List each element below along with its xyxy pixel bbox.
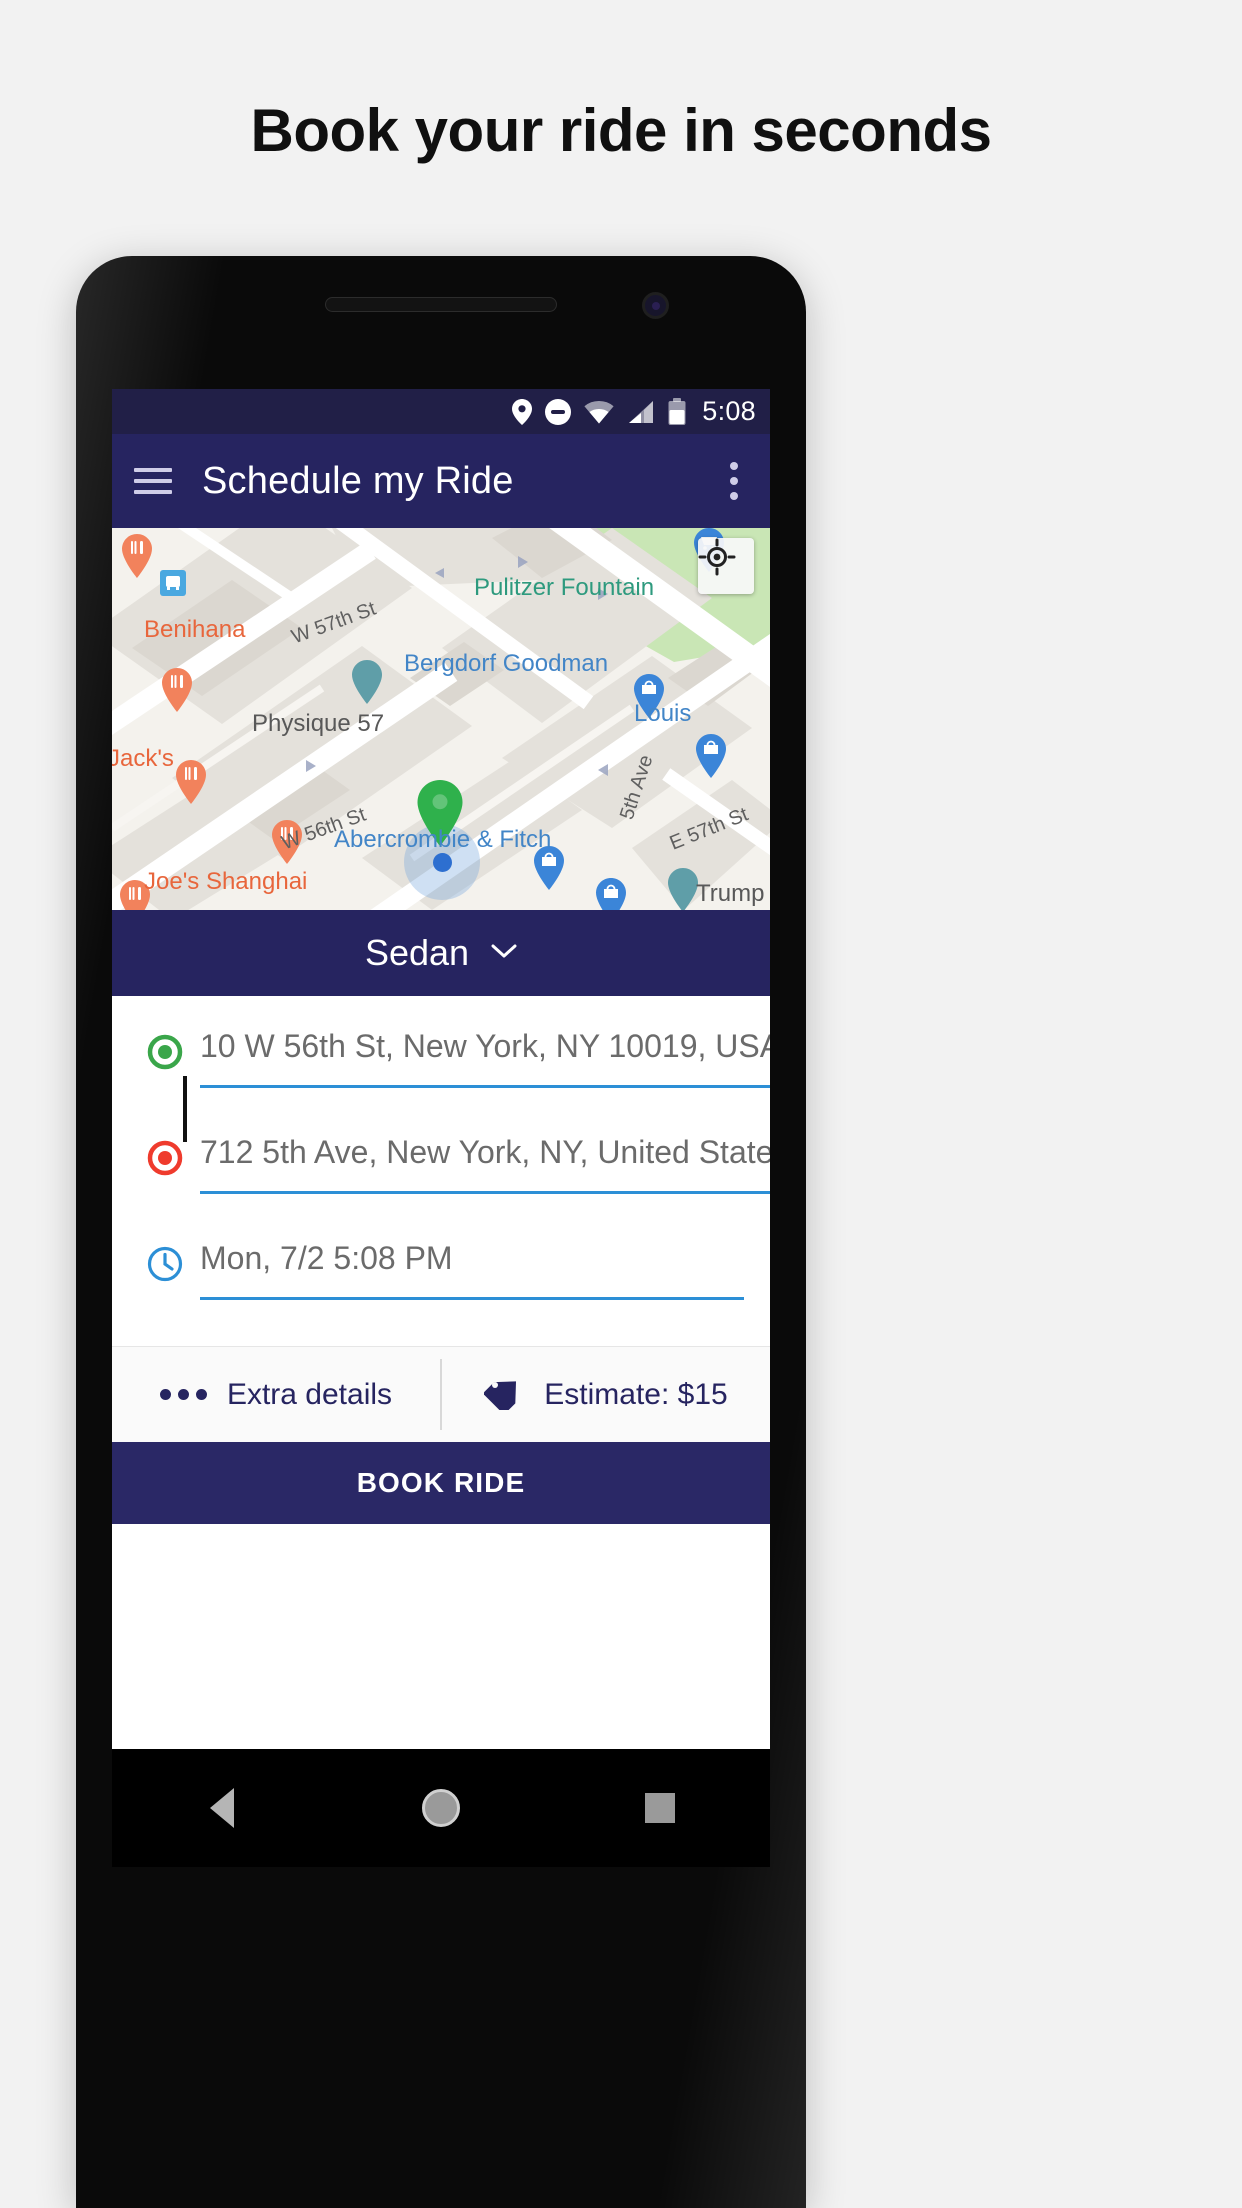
app-bar: Schedule my Ride: [112, 434, 770, 528]
status-bar: 5:08: [112, 389, 770, 434]
chevron-down-icon: [491, 943, 517, 964]
destination-field-underline: [200, 1191, 770, 1194]
map-label: Jack's: [112, 745, 174, 772]
pickup-field-row[interactable]: 10 W 56th St, New York, NY 10019, USA: [112, 1024, 770, 1130]
phone-device-frame: 5:08 Schedule my Ride Pulitzer Fountain …: [76, 256, 806, 2208]
book-ride-label: BOOK RIDE: [356, 1467, 526, 1498]
wifi-icon: [584, 400, 614, 424]
map-label: Bergdorf Goodman: [404, 650, 609, 677]
restaurant-pin[interactable]: [120, 534, 154, 578]
signal-icon: [627, 400, 655, 424]
estimate-button[interactable]: Estimate: $15: [442, 1347, 770, 1442]
pickup-address-value: 10 W 56th St, New York, NY 10019, USA: [200, 1028, 770, 1064]
destination-address-value: 712 5th Ave, New York, NY, United States: [200, 1134, 770, 1170]
location-icon: [512, 398, 533, 425]
map-label: Louis: [634, 700, 692, 727]
destination-circle-icon: [138, 1130, 192, 1177]
restaurant-pin[interactable]: [160, 668, 194, 712]
status-bar-time: 5:08: [702, 396, 756, 426]
clock-icon: [138, 1236, 192, 1283]
android-navigation-bar: [112, 1749, 770, 1867]
extra-details-label: Extra details: [226, 1377, 393, 1411]
bus-stop-icon[interactable]: [160, 570, 186, 596]
map-label: Pulitzer Fountain: [474, 574, 655, 601]
datetime-field-underline: [200, 1297, 744, 1300]
ride-form: 10 W 56th St, New York, NY 10019, USA 71…: [112, 996, 770, 1346]
shop-pin[interactable]: [694, 734, 728, 778]
vehicle-type-selector[interactable]: Sedan: [112, 910, 770, 996]
front-camera-icon: [642, 292, 669, 319]
vehicle-type-label: Sedan: [364, 932, 470, 973]
destination-field-row[interactable]: 712 5th Ave, New York, NY, United States: [112, 1130, 770, 1236]
map-label: Trump: [696, 880, 765, 907]
overflow-menu-icon[interactable]: [720, 454, 748, 508]
recents-square-icon[interactable]: [605, 1773, 715, 1843]
extra-details-button[interactable]: Extra details: [112, 1347, 440, 1442]
pickup-field-underline: [200, 1085, 770, 1088]
datetime-value: Mon, 7/2 5:08 PM: [200, 1240, 453, 1276]
battery-icon: [668, 397, 686, 426]
map-label: Abercrombie & Fitch: [334, 826, 552, 853]
do-not-disturb-icon: [545, 398, 572, 425]
secondary-actions-row: Extra details Estimate: $15: [112, 1346, 770, 1442]
datetime-field-row[interactable]: Mon, 7/2 5:08 PM: [112, 1236, 770, 1342]
earpiece-speaker: [325, 297, 557, 312]
generic-teal-pin[interactable]: [666, 868, 700, 910]
book-ride-button[interactable]: BOOK RIDE: [112, 1442, 770, 1524]
shop-pin[interactable]: [594, 878, 628, 910]
map-view[interactable]: Pulitzer Fountain Benihana W 57th St Ber…: [112, 528, 770, 910]
page-title: Book your ride in seconds: [250, 97, 993, 164]
restaurant-pin[interactable]: [174, 760, 208, 804]
map-label: Physique 57: [252, 710, 385, 737]
my-location-icon[interactable]: [698, 538, 754, 594]
hamburger-menu-icon[interactable]: [134, 468, 172, 494]
generic-teal-pin[interactable]: [350, 660, 384, 704]
home-circle-icon[interactable]: [386, 1773, 496, 1843]
phone-screen: 5:08 Schedule my Ride Pulitzer Fountain …: [112, 389, 770, 1749]
map-label: Joe's Shanghai: [144, 868, 308, 895]
more-dots-icon: [159, 1389, 207, 1400]
map-label: Benihana: [144, 616, 246, 643]
estimate-label: Estimate: $15: [544, 1377, 728, 1411]
pickup-circle-icon: [138, 1024, 192, 1071]
price-tag-icon: [483, 1374, 524, 1415]
app-bar-title: Schedule my Ride: [202, 459, 514, 502]
back-triangle-icon[interactable]: [167, 1773, 277, 1843]
